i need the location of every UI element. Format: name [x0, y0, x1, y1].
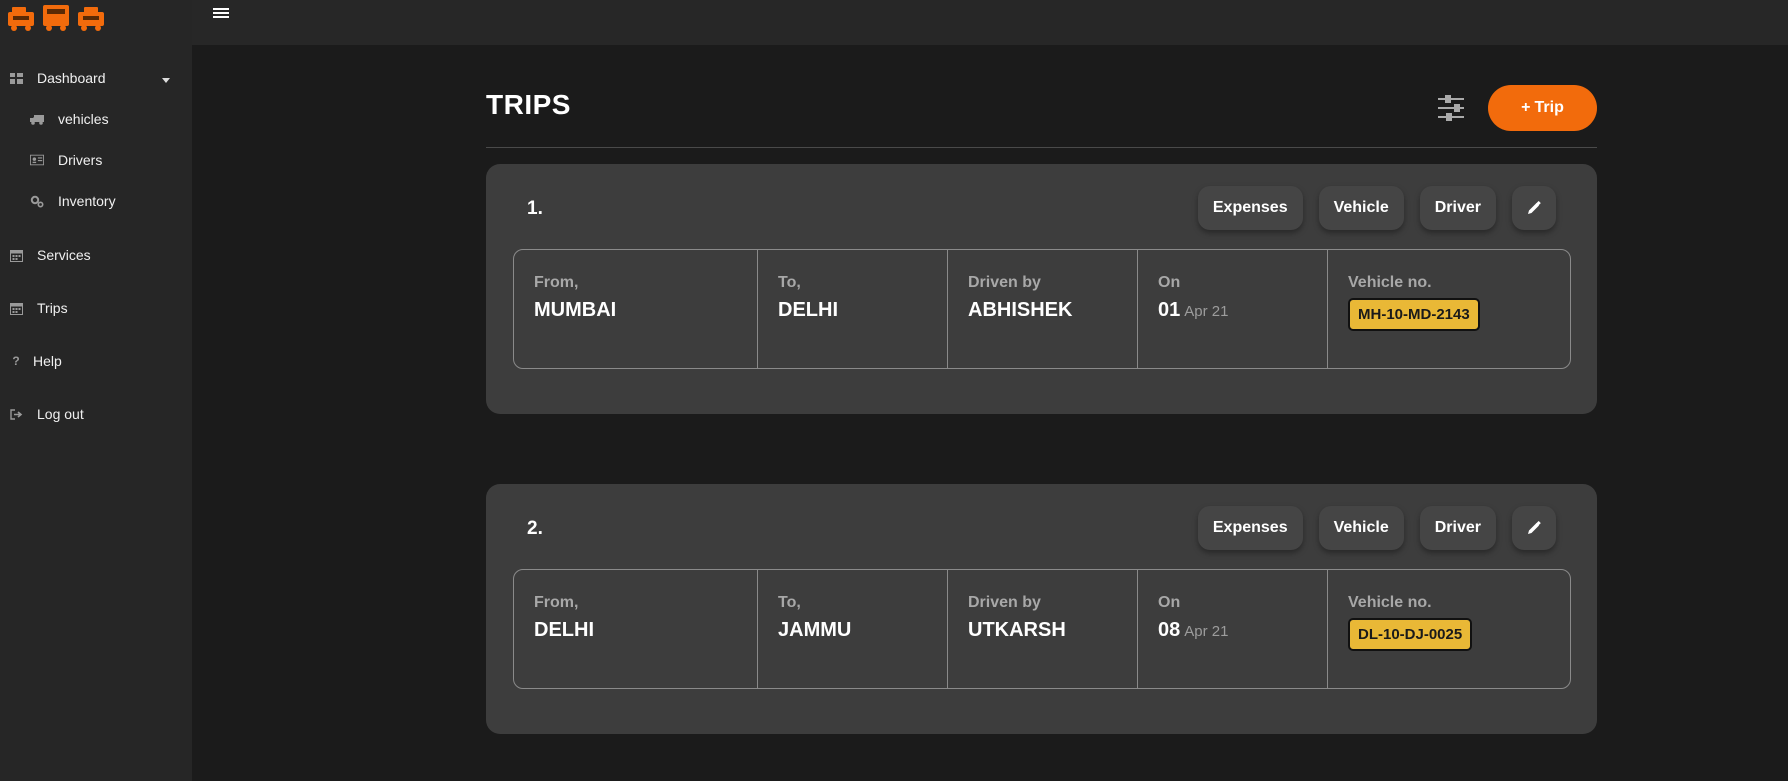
driven-by-label: Driven by	[968, 594, 1041, 611]
vehicle-button[interactable]: Vehicle	[1318, 186, 1404, 230]
sidebar-item-label: Trips	[37, 300, 68, 316]
from-cell: From, MUMBAI	[514, 250, 758, 368]
sidebar-item-inventory[interactable]: Inventory	[30, 193, 116, 209]
edit-button[interactable]	[1512, 506, 1556, 550]
calendar-icon	[9, 301, 23, 315]
sidebar-item-drivers[interactable]: Drivers	[30, 152, 102, 168]
sidebar-item-label: vehicles	[58, 111, 109, 127]
trip-number: 2.	[527, 518, 543, 539]
question-icon: ?	[12, 354, 20, 368]
sidebar-item-label: Drivers	[58, 152, 103, 168]
driven-by-label: Driven by	[968, 274, 1041, 291]
sidebar-item-label: Services	[37, 247, 91, 263]
sidebar-item-logout[interactable]: Log out	[9, 406, 84, 422]
trip-number: 1.	[527, 198, 543, 219]
vehicle-cell: Vehicle no. MH-10-MD-2143	[1328, 250, 1570, 368]
expenses-button[interactable]: Expenses	[1197, 506, 1303, 550]
to-label: To,	[778, 594, 801, 611]
date-cell: On 08 Apr 21	[1138, 570, 1328, 688]
to-value: DELHI	[778, 299, 838, 321]
sidebar-item-vehicles[interactable]: vehicles	[30, 111, 109, 127]
add-trip-label: Trip	[1534, 99, 1564, 116]
date-day: 01	[1158, 299, 1181, 321]
sidebar-item-trips[interactable]: Trips	[9, 300, 68, 316]
from-cell: From, DELHI	[514, 570, 758, 688]
filter-sliders-icon[interactable]	[1436, 93, 1466, 123]
vehicle-no-label: Vehicle no.	[1348, 594, 1432, 611]
id-card-icon	[30, 153, 44, 167]
header-divider	[486, 147, 1597, 148]
driver-cell: Driven by ABHISHEK	[948, 250, 1138, 368]
on-label: On	[1158, 594, 1181, 611]
chevron-down-icon[interactable]	[162, 78, 170, 83]
date-cell: On 01 Apr 21	[1138, 250, 1328, 368]
from-value: MUMBAI	[534, 299, 617, 321]
trip-card: 2. Expenses Vehicle Driver From, DELHI T…	[486, 484, 1597, 734]
driver-cell: Driven by UTKARSH	[948, 570, 1138, 688]
truck-icon	[30, 112, 44, 126]
to-label: To,	[778, 274, 801, 291]
to-value: JAMMU	[778, 619, 852, 641]
to-cell: To, JAMMU	[758, 570, 948, 688]
sidebar-item-label: Log out	[37, 406, 84, 422]
vehicle-cell: Vehicle no. DL-10-DJ-0025	[1328, 570, 1570, 688]
page-title: TRIPS	[486, 89, 571, 120]
from-value: DELHI	[534, 619, 594, 641]
driver-value: UTKARSH	[968, 619, 1066, 641]
gears-icon	[30, 194, 44, 208]
from-label: From,	[534, 594, 579, 611]
sidebar-item-label: Help	[33, 353, 62, 369]
trip-actions: Expenses Vehicle Driver	[1197, 506, 1556, 550]
sidebar-item-help[interactable]: ? Help	[9, 353, 62, 369]
driver-button[interactable]: Driver	[1419, 186, 1496, 230]
sidebar-item-services[interactable]: Services	[9, 247, 91, 263]
driver-value: ABHISHEK	[968, 299, 1073, 321]
date-month: Apr 21	[1184, 623, 1229, 640]
sidebar-item-label: Dashboard	[37, 70, 106, 86]
from-label: From,	[534, 274, 579, 291]
to-cell: To, DELHI	[758, 250, 948, 368]
trip-actions: Expenses Vehicle Driver	[1197, 186, 1556, 230]
license-plate: DL-10-DJ-0025	[1348, 618, 1473, 651]
trip-details: From, DELHI To, JAMMU Driven by UTKARSH …	[513, 569, 1571, 689]
add-trip-button[interactable]: + Trip	[1488, 85, 1597, 131]
license-plate: MH-10-MD-2143	[1348, 298, 1480, 331]
date-day: 08	[1158, 619, 1181, 641]
on-label: On	[1158, 274, 1181, 291]
date-month: Apr 21	[1184, 303, 1229, 320]
calendar-icon	[9, 248, 23, 262]
vehicle-no-label: Vehicle no.	[1348, 274, 1432, 291]
expenses-button[interactable]: Expenses	[1197, 186, 1303, 230]
trip-card: 1. Expenses Vehicle Driver From, MUMBAI …	[486, 164, 1597, 414]
sidebar-item-dashboard[interactable]: Dashboard	[9, 70, 106, 86]
trip-details: From, MUMBAI To, DELHI Driven by ABHISHE…	[513, 249, 1571, 369]
pencil-icon	[1528, 521, 1541, 534]
plus-icon: +	[1521, 99, 1531, 116]
edit-button[interactable]	[1512, 186, 1556, 230]
menu-toggle-icon[interactable]	[213, 6, 229, 21]
vehicle-button[interactable]: Vehicle	[1318, 506, 1404, 550]
top-bar	[192, 0, 1788, 45]
sidebar: Dashboard vehicles Drivers Inventory Ser…	[0, 0, 192, 781]
logo-trucks-icon	[8, 5, 104, 31]
pencil-icon	[1528, 201, 1541, 214]
dashboard-icon	[9, 71, 23, 85]
logout-icon	[9, 407, 23, 421]
sidebar-item-label: Inventory	[58, 193, 116, 209]
driver-button[interactable]: Driver	[1419, 506, 1496, 550]
